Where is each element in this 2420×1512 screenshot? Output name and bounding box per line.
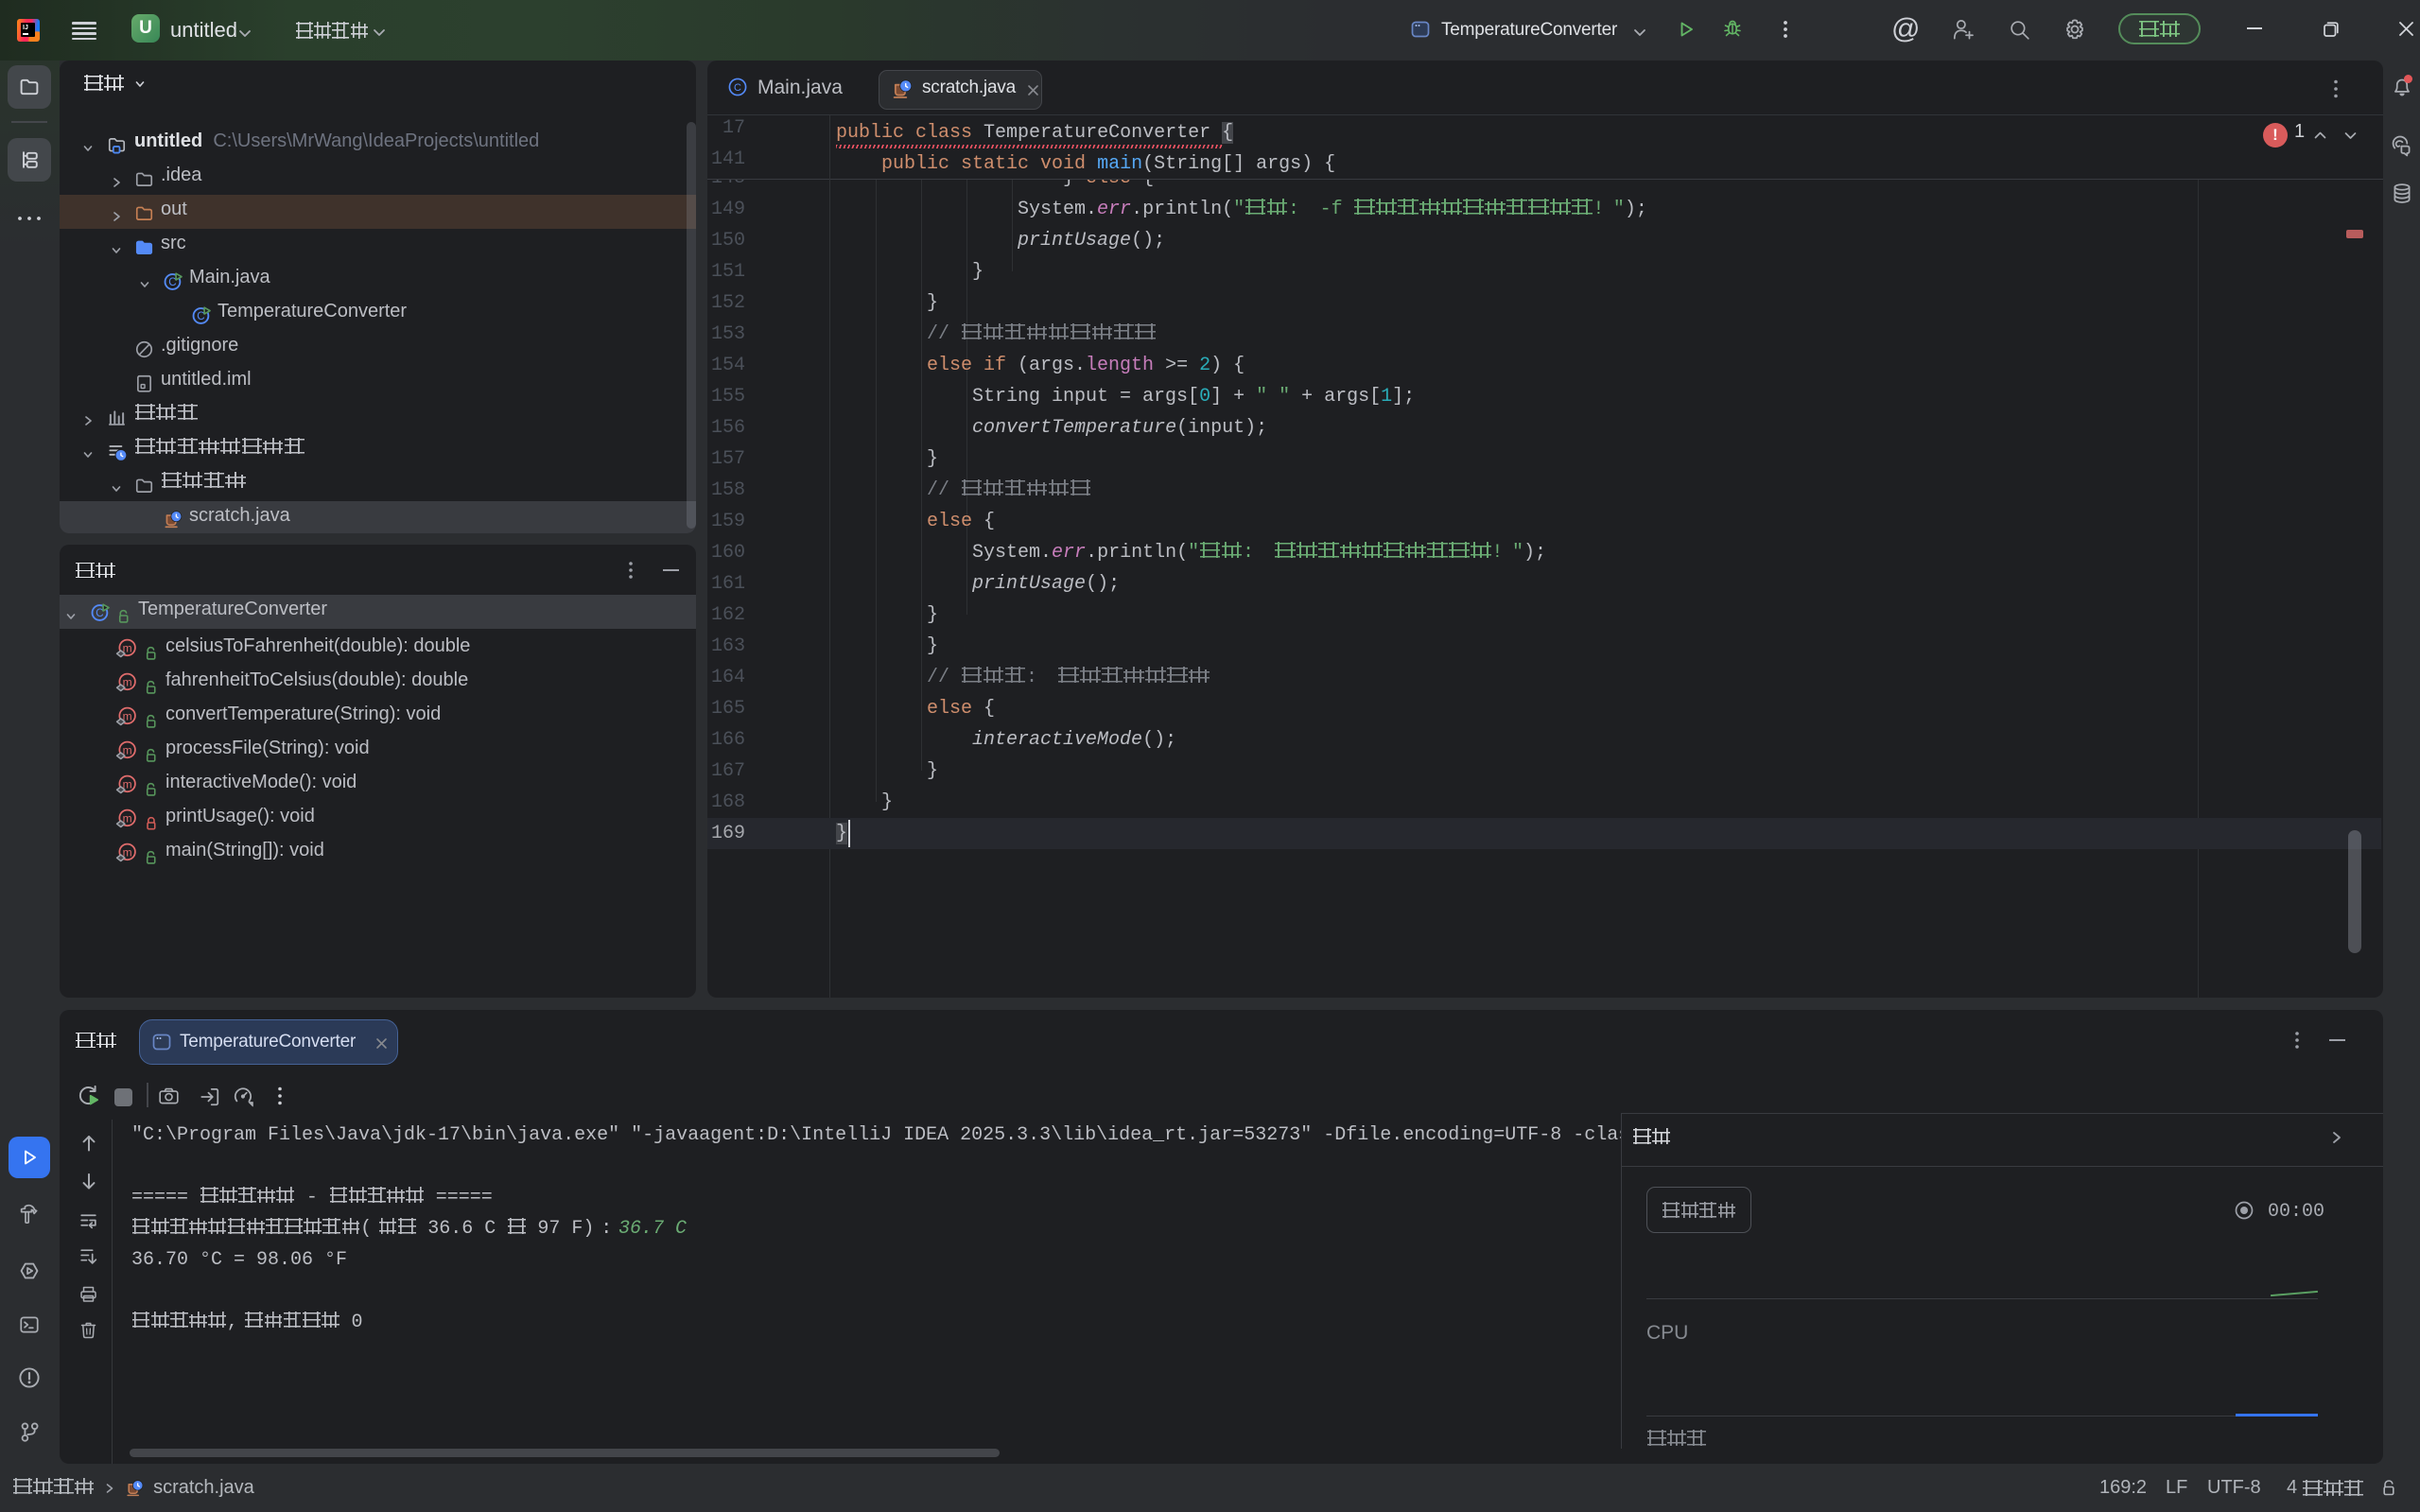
svg-text:C: C — [734, 82, 741, 94]
